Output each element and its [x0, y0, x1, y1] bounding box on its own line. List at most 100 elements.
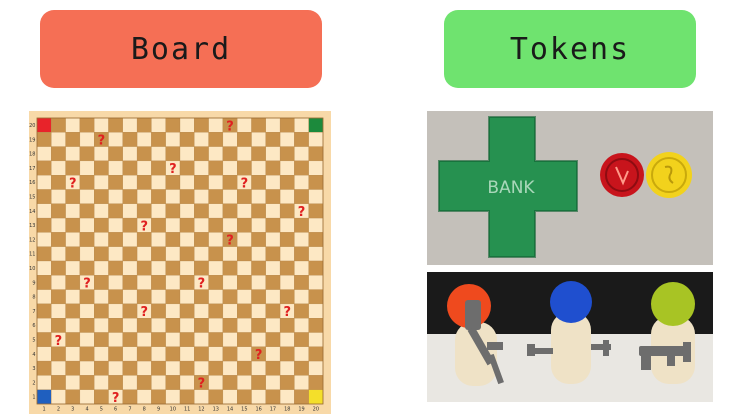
board-cell: [208, 360, 224, 376]
board-cell: [122, 289, 138, 305]
board-cell: [94, 117, 109, 133]
board-cell: [237, 275, 252, 290]
board-cell: [265, 132, 281, 147]
board-cell: [294, 246, 309, 262]
board-cell: [151, 289, 166, 305]
board-cell: [122, 132, 138, 147]
board-cell: [265, 289, 281, 305]
board-cell: [237, 260, 252, 276]
board-cell: [237, 132, 252, 147]
column-label: 18: [284, 407, 290, 413]
board-cell: [279, 132, 295, 147]
board-cell: [208, 275, 224, 290]
board-cell: [151, 175, 166, 190]
board-cell: [279, 246, 295, 262]
board-cell: [308, 117, 324, 133]
board-cell: [151, 203, 166, 219]
board-cell: [108, 146, 123, 162]
board-cell: [308, 175, 324, 190]
board-cell: [108, 189, 123, 204]
board-cell: [36, 160, 52, 176]
board-cell: [108, 217, 123, 233]
board-cell: [222, 175, 238, 190]
board-cell: [122, 260, 138, 276]
board-cell: [79, 217, 95, 233]
question-mark-icon: ?: [226, 119, 234, 134]
board-cell: [265, 203, 281, 219]
board-cell: [308, 260, 324, 276]
board-cell: [208, 203, 224, 219]
board-cell: [222, 318, 238, 333]
board-cell: [36, 375, 52, 390]
board-cell: [36, 189, 52, 204]
board-cell: [79, 132, 95, 147]
board-cell: [179, 332, 195, 347]
board-cell: [51, 217, 66, 233]
board-cell: [208, 160, 224, 176]
board-cell: [36, 303, 52, 319]
tokens-header: Tokens: [444, 10, 696, 88]
board-cell: [194, 160, 209, 176]
board-cell: [237, 303, 252, 319]
board-cell: [251, 360, 266, 376]
board-cell: [265, 117, 281, 133]
board-cell: [51, 260, 66, 276]
board-cell: [194, 232, 209, 247]
board-cell: [294, 332, 309, 347]
board-cell: [208, 146, 224, 162]
board-cell: [308, 318, 324, 333]
row-label: 18: [29, 152, 35, 158]
board-cell: [279, 260, 295, 276]
board-cell: [179, 318, 195, 333]
board-cell: [36, 132, 52, 147]
board-cell: [94, 303, 109, 319]
row-label: 14: [29, 209, 35, 215]
board-cell: [122, 246, 138, 262]
board-cell: [79, 289, 95, 305]
board-cell: [194, 360, 209, 376]
board-cell: [165, 346, 181, 362]
question-mark-icon: ?: [169, 162, 177, 177]
board-cell: [279, 189, 295, 204]
board-grid: 20191817161514131211109876543211 2 3 4 5 6 7 8 9…: [29, 117, 324, 413]
board-cell: [194, 318, 209, 333]
board-cell: [136, 389, 152, 405]
board-cell: [79, 318, 95, 333]
board-cell: [265, 232, 281, 247]
board-cell: [122, 318, 138, 333]
board-cell: [251, 132, 266, 147]
board-cell: [151, 232, 166, 247]
board-cell: [308, 332, 324, 347]
question-mark-icon: ?: [198, 277, 206, 292]
board-cell: [237, 332, 252, 347]
board-cell: [179, 246, 195, 262]
board-cell: [308, 203, 324, 219]
board-cell: [151, 260, 166, 276]
board-cell: [208, 132, 224, 147]
board-cell: [308, 389, 324, 405]
board-cell: [194, 146, 209, 162]
board-cell: [208, 117, 224, 133]
column-label: 8: [143, 407, 146, 413]
board-cell: [108, 289, 123, 305]
board-cell: [179, 189, 195, 204]
board-cell: [222, 360, 238, 376]
board-cell: [65, 232, 81, 247]
board-cell: [294, 260, 309, 276]
question-mark-icon: ?: [140, 219, 148, 234]
board-cell: [194, 217, 209, 233]
board-cell: [222, 346, 238, 362]
column-label: 3: [71, 407, 74, 413]
board-cell: [222, 375, 238, 390]
board-cell: [79, 146, 95, 162]
yellow-coin-token: [646, 152, 692, 198]
board-cell: [151, 246, 166, 262]
row-label: 20: [29, 123, 35, 129]
board-cell: [265, 275, 281, 290]
board-cell: [251, 246, 266, 262]
board-cell: [36, 260, 52, 276]
board-cell: [265, 346, 281, 362]
board-cell: [165, 246, 181, 262]
board-cell: [237, 360, 252, 376]
board-cell: [222, 189, 238, 204]
